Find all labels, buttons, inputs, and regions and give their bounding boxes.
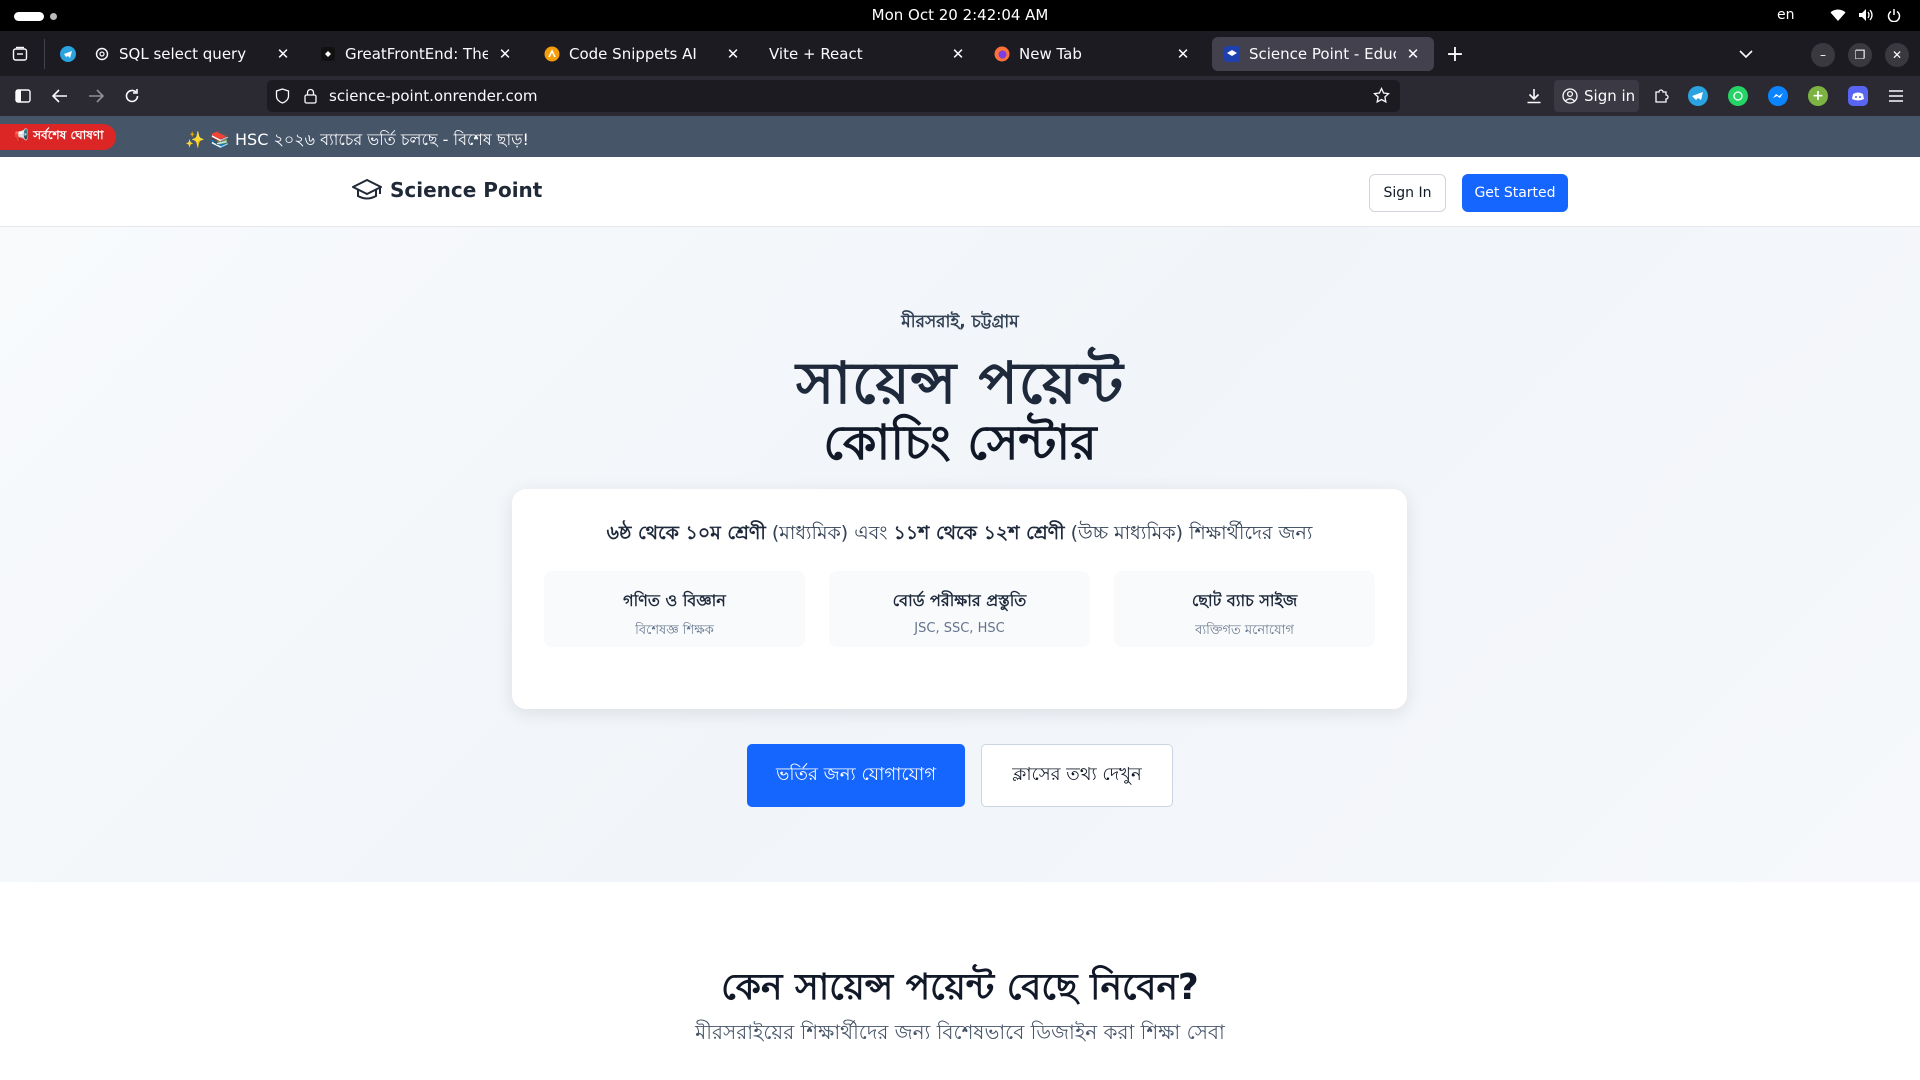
code-snippets-icon <box>544 46 560 62</box>
tab-code-snippets-ai[interactable]: Code Snippets AI ✕ <box>532 37 754 71</box>
tab-separator <box>44 39 45 69</box>
system-clock[interactable]: Mon Oct 20 2:42:04 AM <box>872 6 1049 24</box>
restore-window-icon[interactable]: ❐ <box>1848 43 1872 67</box>
close-tab-icon[interactable]: ✕ <box>496 45 514 63</box>
activities-button[interactable] <box>14 12 44 21</box>
system-top-bar: Mon Oct 20 2:42:04 AM en <box>0 0 1920 31</box>
discord-extension-icon[interactable] <box>1848 86 1868 106</box>
workspace-indicator[interactable] <box>50 13 57 20</box>
announcement-message[interactable]: ✨ 📚 HSC ২০২৬ ব্যাচের ভর্তি চলছে - বিশেষ … <box>185 127 529 154</box>
brand-name: Science Point <box>390 178 543 202</box>
close-tab-icon[interactable]: ✕ <box>949 45 967 63</box>
announcement-bar: 📢 সর্বশেষ ঘোষণা ✨ 📚 HSC ২০২৬ ব্যাচের ভর্… <box>0 116 1920 157</box>
input-language-indicator[interactable]: en <box>1777 7 1795 23</box>
browser-tab-strip: SQL select query ✕ GreatFrontEnd: The gr… <box>0 31 1920 76</box>
telegram-icon <box>60 46 76 62</box>
tab-science-point[interactable]: Science Point - Education ✕ <box>1212 37 1434 71</box>
green-plus-extension-icon[interactable]: + <box>1808 86 1828 106</box>
list-all-tabs-chevron-icon[interactable] <box>1734 42 1758 66</box>
graduation-cap-icon <box>352 178 382 202</box>
greatfrontend-icon <box>320 46 336 62</box>
account-icon <box>1562 88 1578 104</box>
why-section-subtitle: মীরসরাইয়ের শিক্ষার্থীদের জন্য বিশেষভাবে… <box>695 1020 1225 1044</box>
bookmark-star-icon[interactable] <box>1373 86 1390 108</box>
address-bar[interactable]: science-point.onrender.com <box>267 80 1400 112</box>
back-arrow-icon[interactable] <box>47 83 73 109</box>
lock-icon[interactable] <box>304 88 317 108</box>
minimize-window-icon[interactable]: – <box>1811 43 1835 67</box>
get-started-button[interactable]: Get Started <box>1462 174 1568 212</box>
web-page-viewport: 📢 সর্বশেষ ঘোষণা ✨ 📚 HSC ২০২৬ ব্যাচের ভর্… <box>0 116 1920 1080</box>
downloads-icon[interactable] <box>1521 83 1547 109</box>
close-window-icon[interactable]: ✕ <box>1885 43 1909 67</box>
feature-card-math-science: গণিত ও বিজ্ঞান বিশেষজ্ঞ শিক্ষক <box>544 571 805 647</box>
openai-icon <box>94 46 110 62</box>
sidebar-toggle-icon[interactable] <box>10 83 36 109</box>
new-tab-plus-icon[interactable]: + <box>1443 42 1467 67</box>
browser-navigation-bar: science-point.onrender.com Sign in + <box>0 76 1920 116</box>
class-info-button[interactable]: ক্লাসের তথ্য দেখুন <box>981 744 1173 807</box>
forward-arrow-icon[interactable] <box>83 83 109 109</box>
telegram-extension-icon[interactable] <box>1688 86 1708 106</box>
volume-icon[interactable] <box>1857 6 1875 24</box>
url-text[interactable]: science-point.onrender.com <box>329 87 537 105</box>
tracking-protection-shield-icon[interactable] <box>275 88 290 108</box>
sign-in-button[interactable]: Sign In <box>1369 174 1446 212</box>
power-icon[interactable] <box>1885 6 1903 24</box>
hero-info-card: ৬ষ্ঠ থেকে ১০ম শ্রেণী (মাধ্যমিক) এবং ১১শ … <box>512 489 1407 709</box>
extensions-puzzle-icon[interactable] <box>1648 83 1674 109</box>
announcement-badge: 📢 সর্বশেষ ঘোষণা <box>0 124 116 150</box>
account-sign-in-button[interactable]: Sign in <box>1554 80 1639 112</box>
tab-vite-react[interactable]: Vite + React ✕ <box>757 37 979 71</box>
app-menu-hamburger-icon[interactable] <box>1883 83 1909 109</box>
feature-card-board-exam: বোর্ড পরীক্ষার প্রস্তুতি JSC, SSC, HSC <box>829 571 1090 647</box>
firefox-view-icon[interactable] <box>8 42 32 66</box>
close-tab-icon[interactable]: ✕ <box>1404 45 1422 63</box>
feature-card-small-batch: ছোট ব্যাচ সাইজ ব্যক্তিগত মনোযোগ <box>1114 571 1375 647</box>
messenger-extension-icon[interactable] <box>1768 86 1788 106</box>
admission-contact-button[interactable]: ভর্তির জন্য যোগাযোগ <box>747 744 965 807</box>
tab-sql-select-query[interactable]: SQL select query ✕ <box>82 37 304 71</box>
hero-location: মীরসরাই, চট্টগ্রাম <box>901 312 1019 332</box>
whatsapp-extension-icon[interactable] <box>1728 86 1748 106</box>
tab-greatfrontend[interactable]: GreatFrontEnd: The great ✕ <box>308 37 526 71</box>
why-section-title: কেন সায়েন্স পয়েন্ট বেছে নিবেন? <box>721 967 1199 1008</box>
site-icon <box>1224 46 1240 62</box>
close-tab-icon[interactable]: ✕ <box>724 45 742 63</box>
site-header: Science Point Sign In Get Started <box>0 157 1920 227</box>
wifi-icon[interactable] <box>1829 6 1847 24</box>
hero-description: ৬ষ্ঠ থেকে ১০ম শ্রেণী (মাধ্যমিক) এবং ১১শ … <box>606 522 1313 544</box>
brand-logo-link[interactable]: Science Point <box>352 178 542 202</box>
reload-icon[interactable] <box>119 83 145 109</box>
firefox-icon <box>994 46 1010 62</box>
tab-new-tab[interactable]: New Tab ✕ <box>982 37 1204 71</box>
hero-subtitle-title: কোচিং সেন্টার <box>823 415 1097 471</box>
close-tab-icon[interactable]: ✕ <box>1174 45 1192 63</box>
close-tab-icon[interactable]: ✕ <box>274 45 292 63</box>
